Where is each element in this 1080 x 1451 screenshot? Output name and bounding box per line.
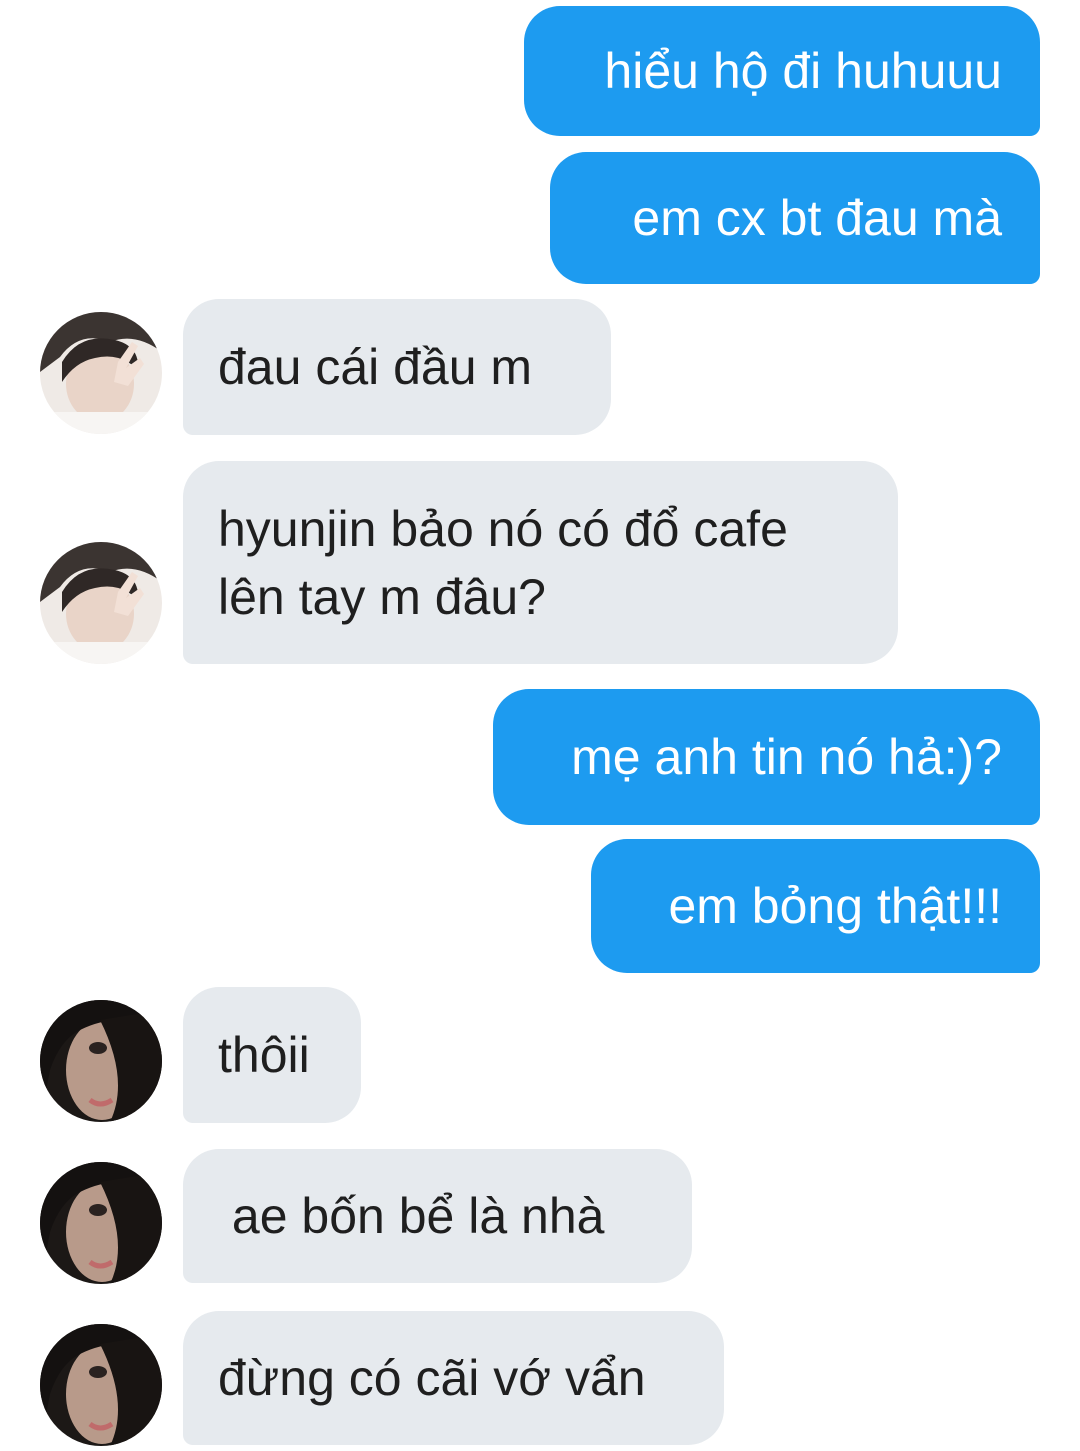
dark-photo-avatar[interactable] xyxy=(40,1324,162,1446)
message-bubble-incoming[interactable]: thôii xyxy=(183,987,361,1123)
message-bubble-outgoing[interactable]: em cx bt đau mà xyxy=(550,152,1040,284)
message-text: đau cái đầu m xyxy=(218,339,533,395)
message-text: ae bốn bể là nhà xyxy=(218,1188,605,1244)
light-photo-avatar[interactable] xyxy=(40,542,162,664)
message-bubble-outgoing[interactable]: hiểu hộ đi huhuuu xyxy=(524,6,1040,136)
message-text: thôii xyxy=(218,1027,310,1083)
light-photo-avatar[interactable] xyxy=(40,312,162,434)
dark-photo-avatar[interactable] xyxy=(40,1162,162,1284)
message-bubble-incoming[interactable]: đau cái đầu m xyxy=(183,299,611,435)
message-bubble-incoming[interactable]: hyunjin bảo nó có đổ cafe lên tay m đâu? xyxy=(183,461,898,664)
message-bubble-incoming[interactable]: ae bốn bể là nhà xyxy=(183,1149,692,1283)
dark-photo-avatar[interactable] xyxy=(40,1000,162,1122)
message-text: hiểu hộ đi huhuuu xyxy=(604,43,1002,99)
message-text: em bỏng thật!!! xyxy=(668,878,1002,934)
message-text: mẹ anh tin nó hả:)? xyxy=(571,729,1002,785)
message-text: em cx bt đau mà xyxy=(632,190,1002,246)
message-text: đừng có cãi vớ vẩn xyxy=(218,1350,646,1406)
message-bubble-incoming[interactable]: đừng có cãi vớ vẩn xyxy=(183,1311,724,1445)
message-bubble-outgoing[interactable]: mẹ anh tin nó hả:)? xyxy=(493,689,1040,825)
message-text: hyunjin bảo nó có đổ cafe lên tay m đâu? xyxy=(218,500,788,625)
message-bubble-outgoing[interactable]: em bỏng thật!!! xyxy=(591,839,1040,973)
